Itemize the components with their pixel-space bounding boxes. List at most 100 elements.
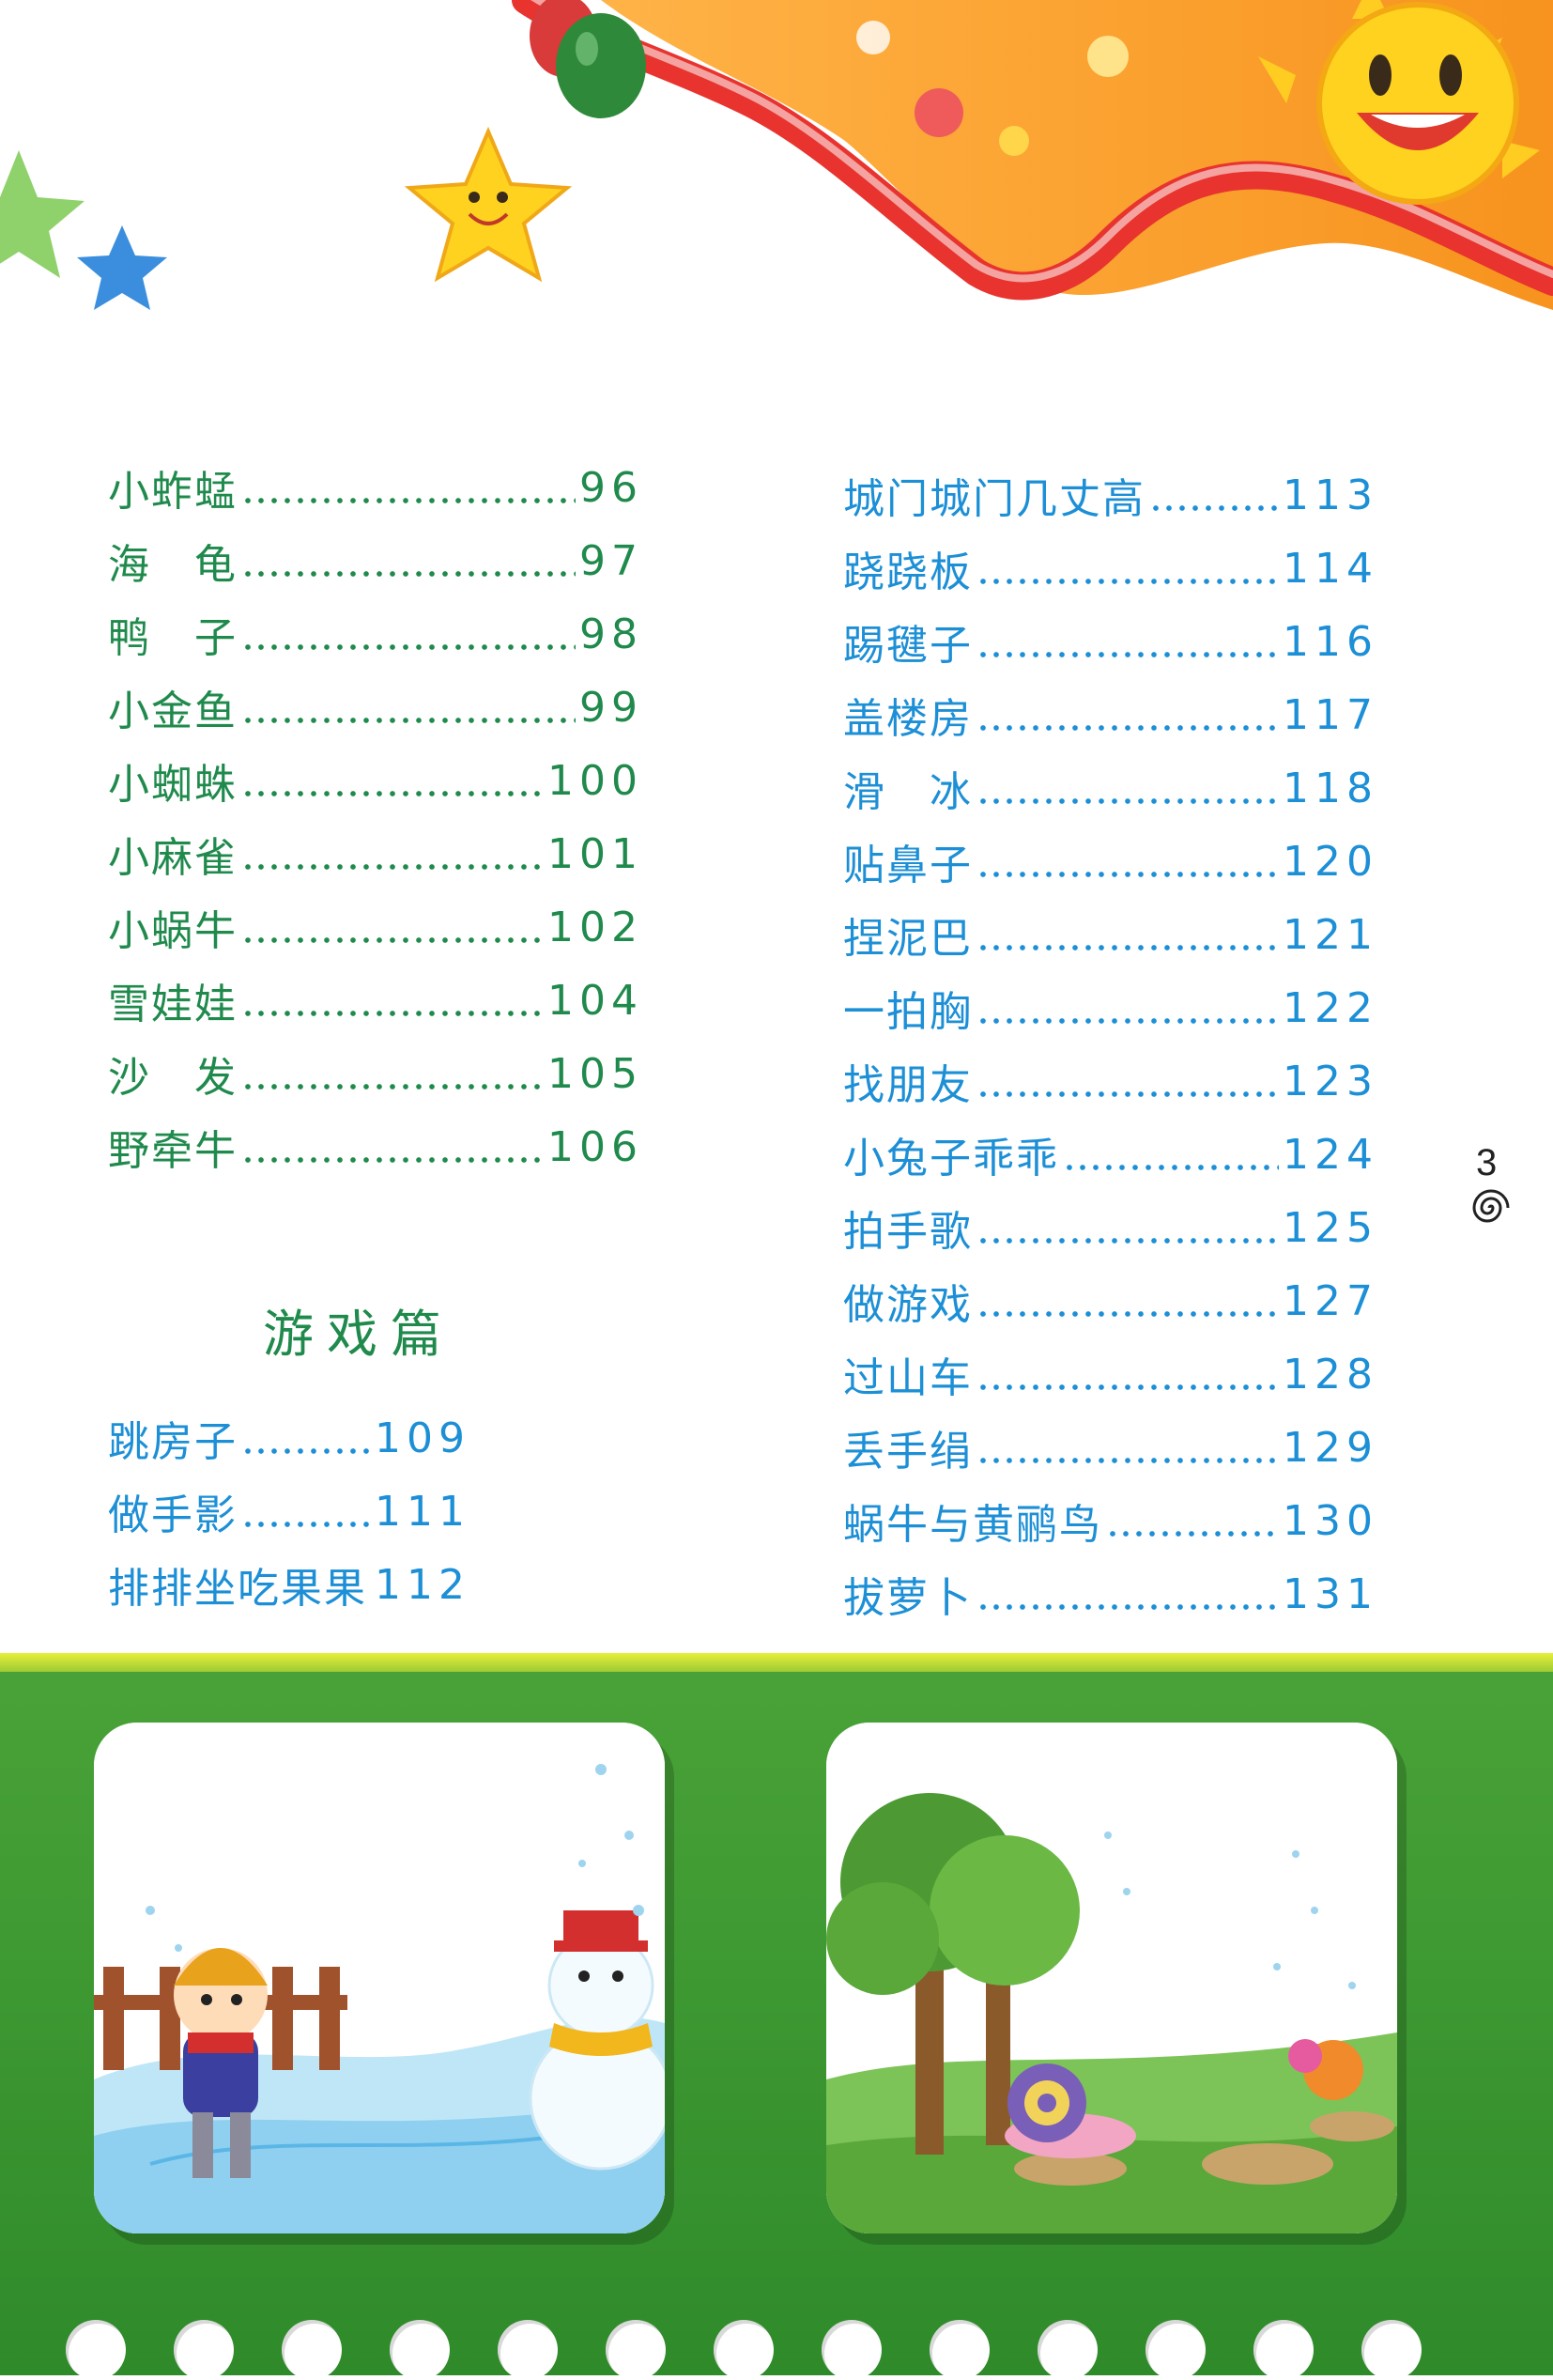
toc-entry-title: 小兔子乖乖 [843, 1135, 1059, 1182]
toc-dot-leader [241, 1416, 371, 1460]
toc-dot-leader [976, 1279, 1280, 1322]
toc-entry-title: 做游戏 [843, 1281, 973, 1329]
toc-entry-title: 跳房子 [108, 1418, 238, 1466]
toc-entry: 拔萝卜 131 [843, 1557, 1378, 1630]
binder-hole [1146, 2320, 1206, 2380]
toc-dot-leader [976, 766, 1280, 810]
toc-entry: 滑 冰 118 [843, 751, 1378, 825]
toc-right-column: 城门城门几丈高 113 跷跷板 114 踢毽子 116 盖楼房 117 滑 冰 118 贴鼻子 120… [843, 458, 1378, 1630]
swirl-icon [1472, 1189, 1510, 1223]
toc-entry: 踢毽子 116 [843, 605, 1378, 678]
toc-dot-leader [241, 1490, 371, 1533]
toc-dot-leader [976, 1352, 1280, 1396]
toc-entry-page: 124 [1283, 1130, 1378, 1179]
toc-entry: 跳房子 109 [108, 1401, 470, 1475]
toc-entry-title: 过山车 [843, 1354, 973, 1402]
toc-dot-leader [241, 832, 545, 875]
toc-dot-leader [976, 840, 1280, 883]
toc-dot-leader [241, 759, 545, 802]
toc-entry-page: 112 [375, 1560, 470, 1609]
binder-hole [1038, 2320, 1098, 2380]
toc-entry-title: 做手影 [108, 1491, 238, 1539]
toc-entry-page: 99 [579, 683, 643, 732]
toc-entry-title: 捏泥巴 [843, 915, 973, 963]
toc-entry: 丢手绢 129 [843, 1411, 1378, 1484]
toc-entry-page: 114 [1283, 544, 1378, 593]
toc-entry: 鸭 子 98 [108, 597, 643, 671]
toc-entry-page: 109 [375, 1414, 470, 1462]
garden-illustration-card [826, 1723, 1397, 2233]
toc-dot-leader [976, 1426, 1280, 1469]
toc-entry-page: 121 [1283, 910, 1378, 959]
toc-entry-page: 122 [1283, 983, 1378, 1032]
toc-entry-title: 野牵牛 [108, 1127, 238, 1175]
toc-entry-page: 128 [1283, 1350, 1378, 1399]
toc-entry-title: 一拍胸 [843, 988, 973, 1036]
star-icon [404, 126, 573, 283]
toc-dot-leader [241, 1052, 545, 1095]
toc-entry: 排排坐吃果果 112 [108, 1548, 470, 1621]
toc-entry: 小蚱蜢 96 [108, 451, 643, 524]
toc-entry-page: 130 [1283, 1496, 1378, 1545]
toc-entry-page: 97 [579, 536, 643, 585]
toc-entry-page: 102 [547, 903, 643, 951]
garden-illustration [826, 1723, 1397, 2233]
toc-entry-title: 蜗牛与黄鹂鸟 [843, 1501, 1102, 1549]
toc-entry-page: 105 [547, 1049, 643, 1098]
toc-dot-leader [976, 1572, 1280, 1615]
toc-entry-title: 小蜗牛 [108, 907, 238, 955]
toc-entry-title: 小金鱼 [108, 688, 238, 735]
binder-hole [714, 2320, 774, 2380]
toc-entry-title: 盖楼房 [843, 695, 973, 743]
toc-entry: 盖楼房 117 [843, 678, 1378, 751]
toc-entry-title: 小麻雀 [108, 834, 238, 882]
toc-entry-title: 滑 冰 [843, 768, 973, 816]
toc-entry: 拍手歌 125 [843, 1191, 1378, 1264]
toc-entry-page: 106 [547, 1122, 643, 1171]
toc-dot-leader [241, 466, 576, 509]
toc-entry-page: 96 [579, 463, 643, 512]
toc-entry-title: 小蚱蜢 [108, 468, 238, 516]
toc-dot-leader [976, 547, 1280, 590]
toc-entry: 做手影 111 [108, 1475, 470, 1548]
binder-hole [66, 2320, 126, 2380]
toc-entry: 沙 发 105 [108, 1037, 643, 1110]
binder-hole [822, 2320, 882, 2380]
toc-entry-title: 找朋友 [843, 1061, 973, 1109]
toc-entry-page: 131 [1283, 1569, 1378, 1618]
toc-entry-page: 113 [1283, 471, 1378, 519]
top-banner [0, 0, 1553, 357]
toc-entry: 做游戏 127 [843, 1264, 1378, 1337]
toc-entry: 小蜗牛 102 [108, 890, 643, 964]
binder-hole [174, 2320, 234, 2380]
binder-ring-holes [0, 2320, 1553, 2380]
toc-entry: 野牵牛 106 [108, 1110, 643, 1183]
toc-dot-leader [1106, 1499, 1280, 1542]
toc-entry-title: 拍手歌 [843, 1208, 973, 1256]
toc-dot-leader [976, 986, 1280, 1029]
toc-dot-leader [241, 686, 576, 729]
binder-hole [606, 2320, 666, 2380]
toc-dot-leader [241, 612, 576, 656]
toc-entry-title: 城门城门几丈高 [843, 475, 1146, 523]
toc-entry-title: 排排坐吃果果 [108, 1565, 367, 1613]
skating-illustration [94, 1723, 665, 2233]
toc-entry-title: 小蜘蛛 [108, 761, 238, 809]
toc-entry-title: 沙 发 [108, 1054, 238, 1102]
toc-entry: 一拍胸 122 [843, 971, 1378, 1044]
toc-dot-leader [976, 1059, 1280, 1103]
toc-entry-page: 104 [547, 976, 643, 1025]
toc-entry-title: 雪娃娃 [108, 981, 238, 1028]
toc-entry-title: 拔萝卜 [843, 1574, 973, 1622]
toc-entry-page: 127 [1283, 1276, 1378, 1325]
toc-entry: 跷跷板 114 [843, 532, 1378, 605]
toc-dot-leader [241, 539, 576, 582]
toc-entry-title: 鸭 子 [108, 614, 238, 662]
toc-entry-title: 海 龟 [108, 541, 238, 589]
toc-games-column: 跳房子 109 做手影 111 排排坐吃果果 112 [108, 1401, 470, 1621]
toc-entry: 小金鱼 99 [108, 671, 643, 744]
toc-entry-page: 125 [1283, 1203, 1378, 1252]
toc-entry-page: 100 [547, 756, 643, 805]
binder-hole [498, 2320, 558, 2380]
toc-dot-leader [976, 913, 1280, 956]
